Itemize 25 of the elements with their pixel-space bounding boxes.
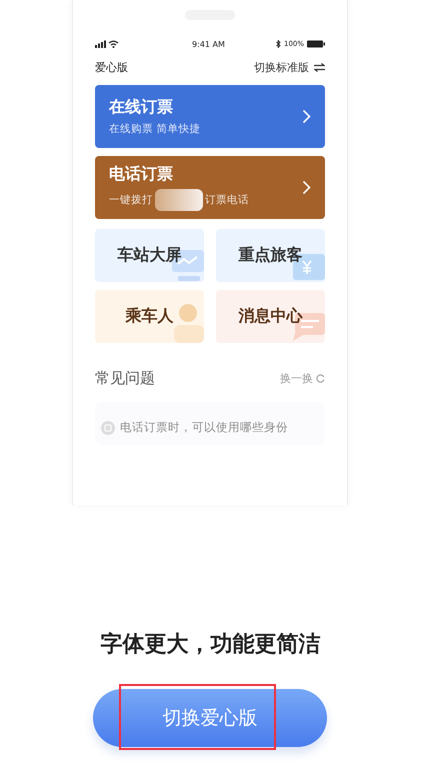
feature-tile[interactable]: 重点旅客 [216, 229, 325, 282]
refresh-icon [316, 374, 325, 383]
card-title: 电话订票 [109, 164, 174, 185]
booking-card[interactable]: 电话订票 一键拨打 订票电话 [95, 156, 325, 219]
signal-wifi-icon [95, 40, 119, 48]
swap-icon [314, 62, 325, 72]
card-subtitle: 订票电话 [205, 193, 249, 207]
bluetooth-icon [276, 40, 281, 48]
card-subtitle: 在线购票 简单快捷 [109, 122, 200, 136]
card-subtitle: 一键拨打 [109, 193, 153, 207]
card-title: 在线订票 [109, 97, 174, 118]
caption-text: 字体更大，功能更简洁 [100, 630, 322, 659]
feature-tile[interactable]: 消息中心 [216, 290, 325, 343]
battery-icon [307, 40, 325, 48]
status-time: 9:41 AM [192, 40, 225, 48]
page-title: 爱心版 [95, 60, 128, 74]
booking-card[interactable]: 在线订票 在线购票 简单快捷 [95, 85, 325, 148]
question-icon [101, 420, 115, 434]
chevron-right-icon [302, 180, 311, 195]
feature-tile[interactable]: 车站大屏 [95, 229, 204, 282]
feature-tile[interactable]: 乘车人 [95, 290, 204, 343]
chevron-right-icon [302, 109, 311, 124]
blurred-patch [155, 189, 203, 211]
switch-version-button[interactable]: 切换标准版 [254, 60, 325, 74]
section-title: 常见问题 [95, 369, 155, 388]
